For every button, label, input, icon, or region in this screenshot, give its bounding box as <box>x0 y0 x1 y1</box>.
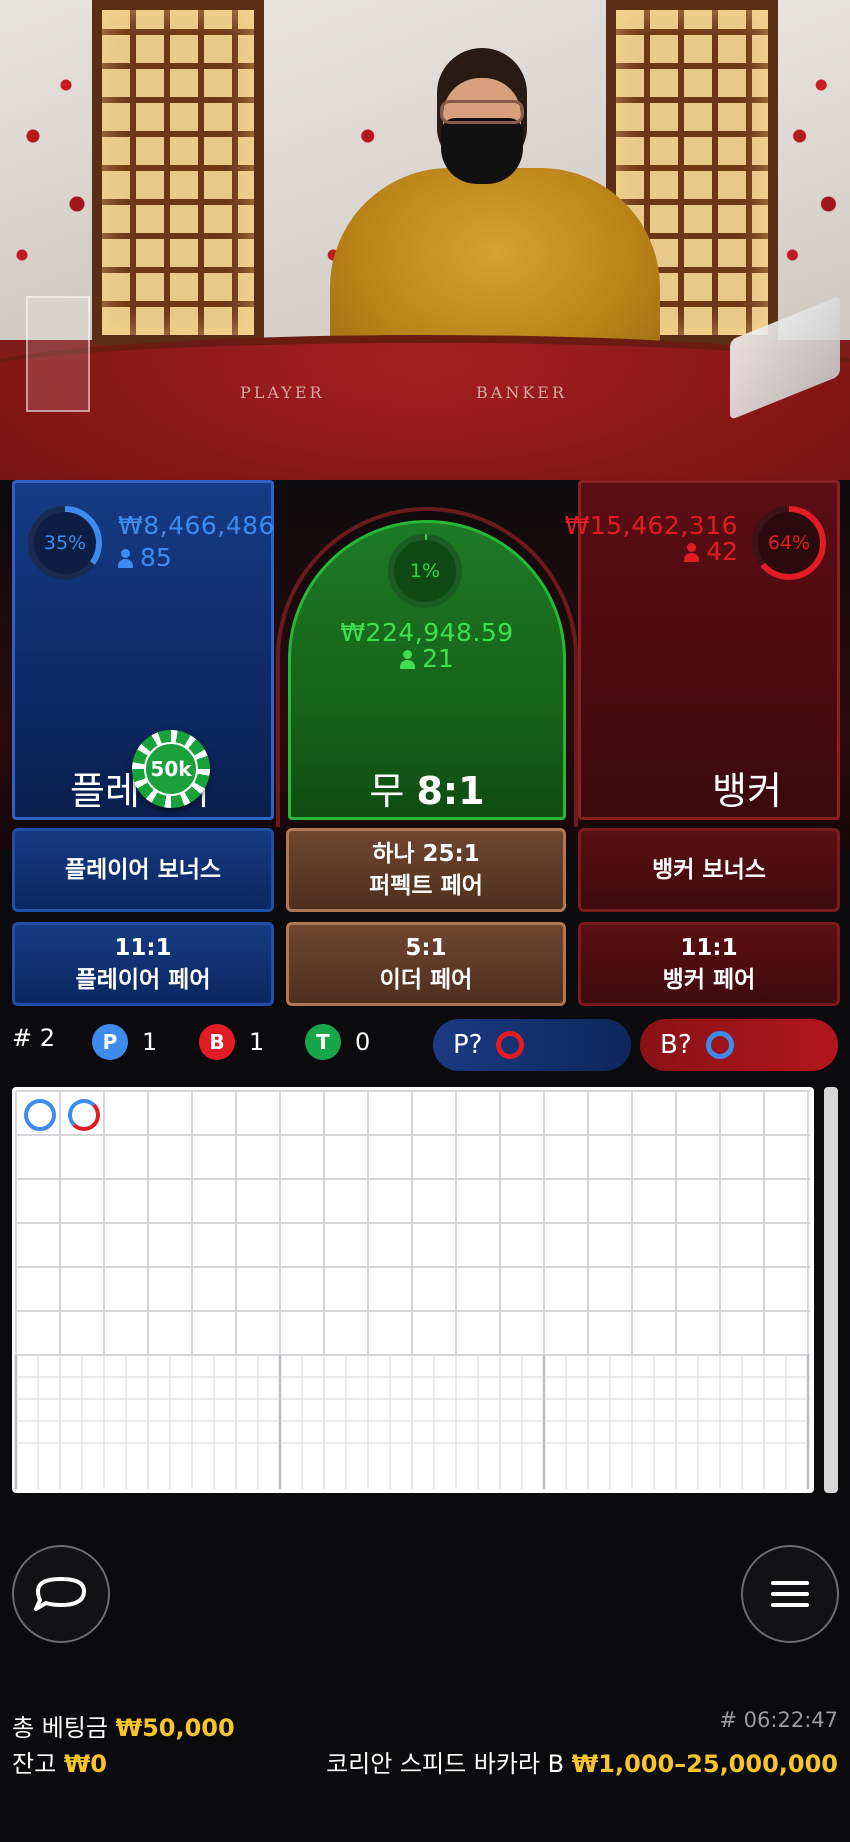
blue-circle-icon <box>705 1031 734 1059</box>
either-pair-button[interactable]: 5:1 이더 페어 <box>286 922 566 1006</box>
perfect-pair-button[interactable]: 하나 25:1 퍼펙트 페어 <box>286 828 566 912</box>
banker-badge-icon: B <box>199 1024 235 1060</box>
player-total-amount: ₩8,466,486 <box>118 511 275 540</box>
banker-spot-label: 뱅커 <box>712 769 782 813</box>
perfect-pair-odds: 하나 25:1 <box>372 841 480 867</box>
person-icon <box>118 549 133 568</box>
banker-percent: 64% <box>767 532 811 554</box>
banker-pair-button[interactable]: 11:1 뱅커 페어 <box>578 922 840 1006</box>
menu-button[interactable] <box>741 1545 839 1643</box>
player-count-value: 85 <box>140 543 172 572</box>
round-time: # 06:22:47 <box>719 1708 838 1732</box>
table-name: 코리안 스피드 바카라 B <box>326 1750 565 1778</box>
perfect-pair-label: 퍼펙트 페어 <box>369 873 483 899</box>
hamburger-menu-icon <box>771 1581 809 1607</box>
red-circle-icon <box>496 1031 525 1059</box>
road-bead-banker <box>68 1099 100 1131</box>
bet-limits: ₩1,000–25,000,000 <box>571 1750 838 1778</box>
banker-predict-label: B? <box>660 1030 692 1060</box>
tie-bettor-count: 21 <box>288 644 566 673</box>
balance-label: 잔고 <box>12 1750 57 1778</box>
tie-badge-icon: T <box>305 1024 341 1060</box>
player-badge-icon: P <box>92 1024 128 1060</box>
banker-bonus-label: 뱅커 보너스 <box>652 857 766 883</box>
roadmap-scroll-handle[interactable] <box>824 1087 838 1493</box>
person-icon <box>400 650 416 669</box>
player-pair-odds: 11:1 <box>114 935 172 961</box>
felt-label-player: PLAYER <box>240 383 325 402</box>
banker-predict-button[interactable]: B? <box>640 1019 838 1071</box>
player-bonus-label: 플레이어 보너스 <box>64 857 222 883</box>
either-pair-odds: 5:1 <box>405 935 447 961</box>
banker-pair-label: 뱅커 페어 <box>662 967 756 993</box>
tie-total-amount: ₩224,948.59 <box>340 618 514 647</box>
tie-percent: 1% <box>409 560 441 582</box>
tie-spot-label: 무 8:1 <box>288 760 566 815</box>
chip-value: 50k <box>144 742 198 796</box>
road-bead-player <box>24 1099 56 1131</box>
player-percent: 35% <box>43 532 87 554</box>
balance: 잔고 ₩0 <box>12 1744 107 1779</box>
player-pair-button[interactable]: 11:1 플레이어 페어 <box>12 922 274 1006</box>
live-video-feed: PLAYER BANKER <box>0 0 850 480</box>
tie-wins-stat: T 0 <box>305 1024 370 1060</box>
player-bonus-button[interactable]: 플레이어 보너스 <box>12 828 274 912</box>
banker-bettor-count: 42 <box>684 537 738 566</box>
roadmap-grid <box>14 1090 810 1489</box>
felt-label-banker: BANKER <box>476 383 567 402</box>
lattice-screen-left <box>92 0 264 345</box>
placed-chip[interactable]: 50k <box>132 730 210 808</box>
player-percent-ring: 35% <box>26 504 104 582</box>
table-felt <box>0 335 850 480</box>
tie-name: 무 <box>369 769 405 813</box>
dealer-glasses <box>440 100 524 124</box>
round-number: # 2 <box>12 1024 56 1052</box>
tie-odds: 8:1 <box>416 769 485 813</box>
dealer-mask <box>441 118 523 184</box>
tie-percent-ring: 1% <box>386 532 464 610</box>
banker-wins-count: 1 <box>249 1028 265 1056</box>
banker-pair-odds: 11:1 <box>680 935 738 961</box>
player-predict-label: P? <box>453 1030 483 1060</box>
player-pair-label: 플레이어 페어 <box>75 967 211 993</box>
player-bettor-count: 85 <box>118 543 172 572</box>
chat-bubble-icon <box>34 1577 86 1611</box>
banker-bonus-button[interactable]: 뱅커 보너스 <box>578 828 840 912</box>
tie-wins-count: 0 <box>355 1028 371 1056</box>
table-info[interactable]: 코리안 스피드 바카라 B ₩1,000–25,000,000 <box>326 1744 838 1779</box>
banker-count-value: 42 <box>706 537 738 566</box>
banker-wins-stat: B 1 <box>199 1024 264 1060</box>
total-bet-label: 총 베팅금 <box>12 1714 108 1742</box>
player-predict-button[interactable]: P? <box>433 1019 631 1071</box>
discard-tray <box>26 296 90 412</box>
person-icon <box>684 543 700 562</box>
player-wins-stat: P 1 <box>92 1024 157 1060</box>
total-bet: 총 베팅금 ₩50,000 <box>12 1708 235 1743</box>
either-pair-label: 이더 페어 <box>379 967 473 993</box>
scoreboard-roadmap[interactable] <box>12 1087 814 1493</box>
banker-total-amount: ₩15,462,316 <box>564 511 738 540</box>
tie-count-value: 21 <box>422 644 454 673</box>
chat-button[interactable] <box>12 1545 110 1643</box>
wall-painting-right <box>778 0 850 340</box>
balance-value: ₩0 <box>63 1750 107 1778</box>
player-wins-count: 1 <box>142 1028 158 1056</box>
banker-percent-ring: 64% <box>750 504 828 582</box>
total-bet-value: ₩50,000 <box>115 1714 235 1742</box>
